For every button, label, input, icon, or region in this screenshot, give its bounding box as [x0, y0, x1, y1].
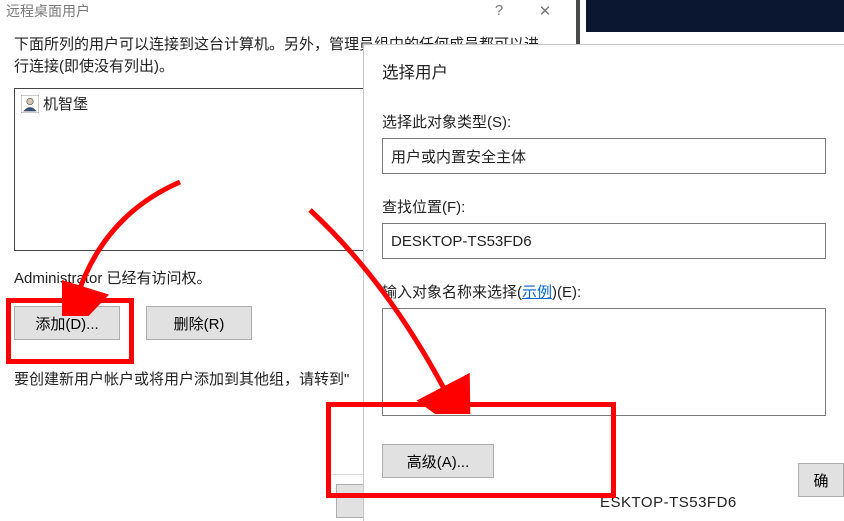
object-type-value: 用户或内置安全主体 [391, 146, 526, 167]
example-link[interactable]: 示例 [522, 284, 552, 301]
user-name: 机智堡 [43, 93, 88, 114]
location-label: 查找位置(F): [382, 196, 826, 217]
footer-desktop-text: ESKTOP-TS53FD6 [600, 494, 737, 511]
object-type-label: 选择此对象类型(S): [382, 111, 826, 132]
su-title: 选择用户 [364, 45, 844, 93]
select-users-dialog: 选择用户 选择此对象类型(S): 用户或内置安全主体 查找位置(F): DESK… [363, 44, 844, 521]
close-icon[interactable]: ✕ [536, 2, 554, 20]
background-window-strip [586, 0, 844, 32]
object-names-label: 输入对象名称来选择(示例)(E): [382, 281, 826, 302]
rdu-title-text: 远程桌面用户 [6, 1, 90, 21]
rdu-titlebar: 远程桌面用户 ? ✕ [0, 0, 560, 22]
help-icon[interactable]: ? [490, 2, 508, 20]
object-type-field[interactable]: 用户或内置安全主体 [382, 138, 826, 174]
location-field[interactable]: DESKTOP-TS53FD6 [382, 223, 826, 259]
add-button[interactable]: 添加(D)... [14, 306, 120, 340]
advanced-button[interactable]: 高级(A)... [382, 444, 494, 478]
location-value: DESKTOP-TS53FD6 [391, 233, 532, 250]
background-window-edge [576, 0, 580, 44]
user-head-icon [21, 95, 39, 113]
su-confirm-button[interactable]: 确 [798, 463, 844, 497]
object-names-input[interactable] [382, 308, 826, 416]
remove-button[interactable]: 删除(R) [146, 306, 252, 340]
